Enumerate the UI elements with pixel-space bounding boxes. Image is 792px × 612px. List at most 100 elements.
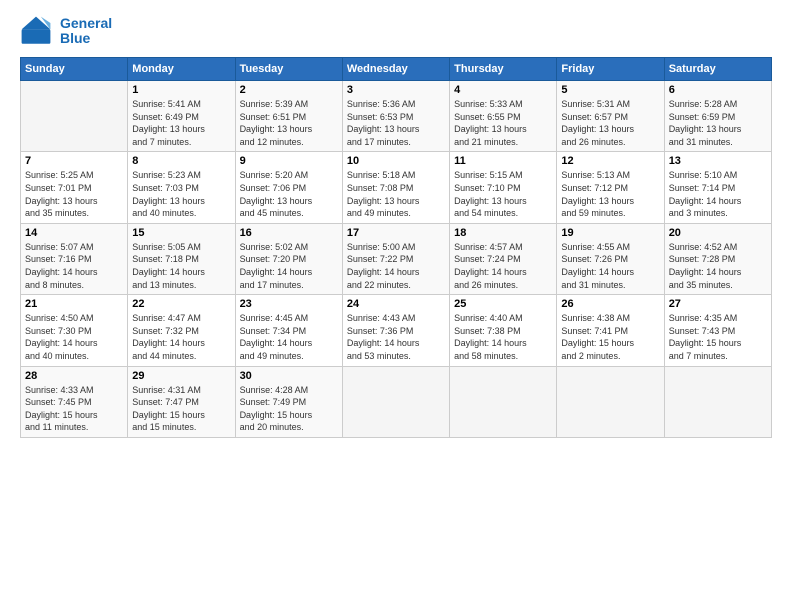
calendar-cell: 14 Sunrise: 5:07 AM Sunset: 7:16 PM Dayli…	[21, 223, 128, 294]
day-info: Sunrise: 5:31 AM Sunset: 6:57 PM Dayligh…	[561, 98, 659, 148]
day-number: 17	[347, 227, 445, 239]
weekday-header-saturday: Saturday	[664, 58, 771, 81]
day-info: Sunrise: 4:28 AM Sunset: 7:49 PM Dayligh…	[240, 384, 338, 434]
day-info: Sunrise: 5:23 AM Sunset: 7:03 PM Dayligh…	[132, 169, 230, 219]
calendar-cell: 27Sunrise: 4:35 AM Sunset: 7:43 PM Dayli…	[664, 295, 771, 366]
day-number: 30	[240, 370, 338, 382]
day-number: 23	[240, 298, 338, 310]
calendar-cell: 10 Sunrise: 5:18 AM Sunset: 7:08 PM Dayli…	[342, 152, 449, 223]
day-number: 10	[347, 155, 445, 167]
day-info: Sunrise: 4:57 AM Sunset: 7:24 PM Dayligh…	[454, 241, 552, 291]
day-info: Sunrise: 4:40 AM Sunset: 7:38 PM Dayligh…	[454, 312, 552, 362]
day-number: 19	[561, 227, 659, 239]
day-info: Sunrise: 4:33 AM Sunset: 7:45 PM Dayligh…	[25, 384, 123, 434]
day-number: 5	[561, 84, 659, 96]
weekday-header-thursday: Thursday	[450, 58, 557, 81]
day-number: 8	[132, 155, 230, 167]
day-number: 13	[669, 155, 767, 167]
day-info: Sunrise: 5:39 AM Sunset: 6:51 PM Dayligh…	[240, 98, 338, 148]
day-info: Sunrise: 5:00 AM Sunset: 7:22 PM Dayligh…	[347, 241, 445, 291]
day-number: 18	[454, 227, 552, 239]
day-number: 21	[25, 298, 123, 310]
day-info: Sunrise: 5:33 AM Sunset: 6:55 PM Dayligh…	[454, 98, 552, 148]
header: General Blue	[20, 15, 772, 47]
day-number: 11	[454, 155, 552, 167]
day-number: 15	[132, 227, 230, 239]
day-info: Sunrise: 5:15 AM Sunset: 7:10 PM Dayligh…	[454, 169, 552, 219]
day-number: 2	[240, 84, 338, 96]
calendar-cell: 12Sunrise: 5:13 AM Sunset: 7:12 PM Dayli…	[557, 152, 664, 223]
logo: General Blue	[20, 15, 112, 47]
day-number: 1	[132, 84, 230, 96]
week-row-4: 21Sunrise: 4:50 AM Sunset: 7:30 PM Dayli…	[21, 295, 772, 366]
calendar-cell: 1 Sunrise: 5:41 AM Sunset: 6:49 PM Daylig…	[128, 81, 235, 152]
day-info: Sunrise: 4:45 AM Sunset: 7:34 PM Dayligh…	[240, 312, 338, 362]
weekday-header-friday: Friday	[557, 58, 664, 81]
day-info: Sunrise: 4:47 AM Sunset: 7:32 PM Dayligh…	[132, 312, 230, 362]
day-number: 9	[240, 155, 338, 167]
calendar-cell: 13 Sunrise: 5:10 AM Sunset: 7:14 PM Dayli…	[664, 152, 771, 223]
week-row-2: 7Sunrise: 5:25 AM Sunset: 7:01 PM Daylig…	[21, 152, 772, 223]
calendar-cell: 21Sunrise: 4:50 AM Sunset: 7:30 PM Dayli…	[21, 295, 128, 366]
calendar-cell	[664, 366, 771, 437]
calendar-cell: 2 Sunrise: 5:39 AM Sunset: 6:51 PM Daylig…	[235, 81, 342, 152]
calendar-cell: 30 Sunrise: 4:28 AM Sunset: 7:49 PM Dayli…	[235, 366, 342, 437]
calendar-cell: 15 Sunrise: 5:05 AM Sunset: 7:18 PM Dayli…	[128, 223, 235, 294]
calendar-cell: 11 Sunrise: 5:15 AM Sunset: 7:10 PM Dayli…	[450, 152, 557, 223]
calendar-cell: 20Sunrise: 4:52 AM Sunset: 7:28 PM Dayli…	[664, 223, 771, 294]
day-info: Sunrise: 5:02 AM Sunset: 7:20 PM Dayligh…	[240, 241, 338, 291]
day-info: Sunrise: 5:36 AM Sunset: 6:53 PM Dayligh…	[347, 98, 445, 148]
calendar-cell: 22 Sunrise: 4:47 AM Sunset: 7:32 PM Dayli…	[128, 295, 235, 366]
day-number: 4	[454, 84, 552, 96]
week-row-5: 28Sunrise: 4:33 AM Sunset: 7:45 PM Dayli…	[21, 366, 772, 437]
day-info: Sunrise: 5:10 AM Sunset: 7:14 PM Dayligh…	[669, 169, 767, 219]
calendar-cell	[21, 81, 128, 152]
logo-icon	[20, 15, 52, 47]
day-number: 26	[561, 298, 659, 310]
week-row-3: 14 Sunrise: 5:07 AM Sunset: 7:16 PM Dayli…	[21, 223, 772, 294]
calendar-cell: 26 Sunrise: 4:38 AM Sunset: 7:41 PM Dayli…	[557, 295, 664, 366]
calendar-cell: 6 Sunrise: 5:28 AM Sunset: 6:59 PM Daylig…	[664, 81, 771, 152]
day-number: 27	[669, 298, 767, 310]
logo-line1: General	[60, 16, 112, 31]
weekday-header-sunday: Sunday	[21, 58, 128, 81]
logo-line2: Blue	[60, 31, 112, 46]
calendar-cell: 5 Sunrise: 5:31 AM Sunset: 6:57 PM Daylig…	[557, 81, 664, 152]
day-number: 24	[347, 298, 445, 310]
calendar-cell	[450, 366, 557, 437]
day-info: Sunrise: 5:07 AM Sunset: 7:16 PM Dayligh…	[25, 241, 123, 291]
day-info: Sunrise: 5:05 AM Sunset: 7:18 PM Dayligh…	[132, 241, 230, 291]
day-info: Sunrise: 5:18 AM Sunset: 7:08 PM Dayligh…	[347, 169, 445, 219]
day-number: 7	[25, 155, 123, 167]
day-number: 16	[240, 227, 338, 239]
day-info: Sunrise: 5:41 AM Sunset: 6:49 PM Dayligh…	[132, 98, 230, 148]
calendar-cell: 7Sunrise: 5:25 AM Sunset: 7:01 PM Daylig…	[21, 152, 128, 223]
calendar-table: SundayMondayTuesdayWednesdayThursdayFrid…	[20, 57, 772, 438]
day-info: Sunrise: 4:52 AM Sunset: 7:28 PM Dayligh…	[669, 241, 767, 291]
weekday-header-row: SundayMondayTuesdayWednesdayThursdayFrid…	[21, 58, 772, 81]
day-info: Sunrise: 5:28 AM Sunset: 6:59 PM Dayligh…	[669, 98, 767, 148]
calendar-cell: 17 Sunrise: 5:00 AM Sunset: 7:22 PM Dayli…	[342, 223, 449, 294]
calendar-cell: 25 Sunrise: 4:40 AM Sunset: 7:38 PM Dayli…	[450, 295, 557, 366]
calendar-cell: 23 Sunrise: 4:45 AM Sunset: 7:34 PM Dayli…	[235, 295, 342, 366]
calendar-cell	[342, 366, 449, 437]
calendar-cell: 8 Sunrise: 5:23 AM Sunset: 7:03 PM Daylig…	[128, 152, 235, 223]
day-info: Sunrise: 5:20 AM Sunset: 7:06 PM Dayligh…	[240, 169, 338, 219]
day-info: Sunrise: 4:43 AM Sunset: 7:36 PM Dayligh…	[347, 312, 445, 362]
day-number: 29	[132, 370, 230, 382]
calendar-cell: 18 Sunrise: 4:57 AM Sunset: 7:24 PM Dayli…	[450, 223, 557, 294]
calendar-cell: 3 Sunrise: 5:36 AM Sunset: 6:53 PM Daylig…	[342, 81, 449, 152]
day-number: 14	[25, 227, 123, 239]
day-info: Sunrise: 5:13 AM Sunset: 7:12 PM Dayligh…	[561, 169, 659, 219]
weekday-header-monday: Monday	[128, 58, 235, 81]
day-info: Sunrise: 4:55 AM Sunset: 7:26 PM Dayligh…	[561, 241, 659, 291]
weekday-header-wednesday: Wednesday	[342, 58, 449, 81]
day-number: 6	[669, 84, 767, 96]
page: General Blue SundayMondayTuesdayWednesda…	[0, 0, 792, 612]
day-number: 22	[132, 298, 230, 310]
calendar-cell: 28Sunrise: 4:33 AM Sunset: 7:45 PM Dayli…	[21, 366, 128, 437]
day-info: Sunrise: 4:38 AM Sunset: 7:41 PM Dayligh…	[561, 312, 659, 362]
weekday-header-tuesday: Tuesday	[235, 58, 342, 81]
day-number: 25	[454, 298, 552, 310]
day-number: 3	[347, 84, 445, 96]
